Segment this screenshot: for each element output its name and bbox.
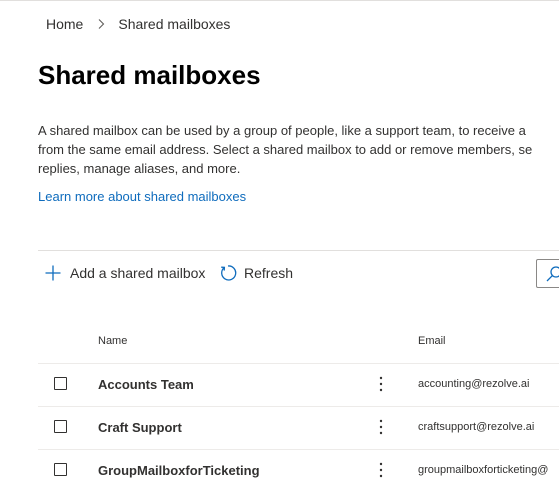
search-button[interactable]: [536, 259, 559, 288]
page-description: A shared mailbox can be used by a group …: [38, 123, 533, 176]
breadcrumb-home[interactable]: Home: [46, 16, 83, 32]
add-shared-mailbox-label: Add a shared mailbox: [70, 265, 206, 281]
row-checkbox[interactable]: [54, 420, 67, 433]
row-divider: [38, 449, 559, 450]
row-name[interactable]: GroupMailboxforTicketing: [98, 463, 260, 478]
more-vertical-icon[interactable]: [375, 375, 387, 393]
add-shared-mailbox-button[interactable]: Add a shared mailbox: [44, 263, 205, 283]
more-vertical-icon[interactable]: [375, 418, 387, 436]
learn-more-link[interactable]: Learn more about shared mailboxes: [38, 189, 246, 204]
toolbar-divider: [38, 250, 559, 251]
refresh-button[interactable]: Refresh: [219, 263, 293, 283]
breadcrumb: Home Shared mailboxes: [46, 15, 230, 33]
refresh-icon: [221, 265, 237, 281]
row-checkbox[interactable]: [54, 377, 67, 390]
column-header-name[interactable]: Name: [98, 335, 127, 347]
plus-icon: [45, 265, 61, 281]
row-name[interactable]: Accounts Team: [98, 377, 194, 392]
column-header-email[interactable]: Email: [418, 335, 446, 347]
row-divider: [38, 406, 559, 407]
table-row[interactable]: GroupMailboxforTicketing groupmailboxfor…: [38, 449, 559, 482]
table-row[interactable]: Accounts Team accounting@rezolve.ai: [38, 363, 559, 406]
row-checkbox[interactable]: [54, 463, 67, 476]
chevron-right-icon: [98, 19, 105, 29]
refresh-label: Refresh: [244, 265, 294, 281]
more-vertical-icon[interactable]: [375, 461, 387, 479]
breadcrumb-shared-mailboxes[interactable]: Shared mailboxes: [118, 16, 230, 32]
row-divider: [38, 363, 559, 364]
row-name[interactable]: Craft Support: [98, 420, 182, 435]
table-row[interactable]: Craft Support craftsupport@rezolve.ai: [38, 406, 559, 449]
search-icon: [546, 266, 559, 282]
row-email: accounting@rezolve.ai: [418, 378, 530, 390]
top-border: [0, 0, 559, 1]
row-email: craftsupport@rezolve.ai: [418, 421, 535, 433]
page-title: Shared mailboxes: [38, 60, 261, 90]
row-email: groupmailboxforticketing@: [418, 464, 549, 476]
